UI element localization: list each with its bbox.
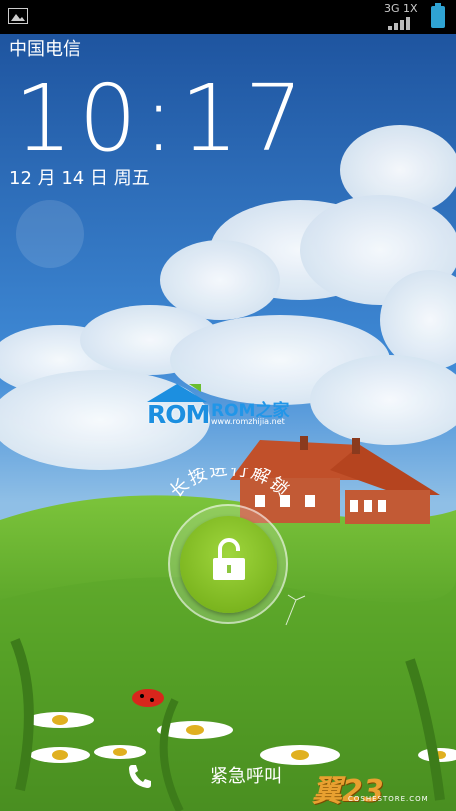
phone-icon[interactable] xyxy=(126,762,154,790)
signal-bars-icon xyxy=(388,17,410,30)
picture-icon xyxy=(8,8,28,24)
rom-logo-url: www.romzhijia.net xyxy=(211,417,285,426)
corner-watermark-logo: 翼23 xyxy=(312,774,384,809)
unlocked-padlock-icon xyxy=(213,538,245,580)
battery-icon xyxy=(431,3,445,28)
status-bar: 3G 1X xyxy=(0,0,456,34)
rom-logo: ROM ROM之家 www.romzhijia.net xyxy=(147,382,307,432)
lockscreen-clock: 10:17 xyxy=(14,65,310,172)
carrier-name: 中国电信 xyxy=(9,39,81,60)
corner-watermark: 翼23 COSHESTORE.COM xyxy=(312,766,452,809)
svg-text:长按进行解锁: 长按进行解锁 xyxy=(166,468,294,502)
lockscreen-date: 12 月 14 日 周五 xyxy=(9,168,150,189)
rom-logo-text: ROM xyxy=(147,400,210,429)
unlock-hint-text: 长按进行解锁 xyxy=(166,468,292,502)
corner-watermark-url: COSHESTORE.COM xyxy=(348,795,429,803)
unlock-button[interactable] xyxy=(180,516,277,613)
network-type: 3G 1X xyxy=(384,2,418,15)
emergency-call-button[interactable]: 紧急呼叫 xyxy=(210,765,282,789)
